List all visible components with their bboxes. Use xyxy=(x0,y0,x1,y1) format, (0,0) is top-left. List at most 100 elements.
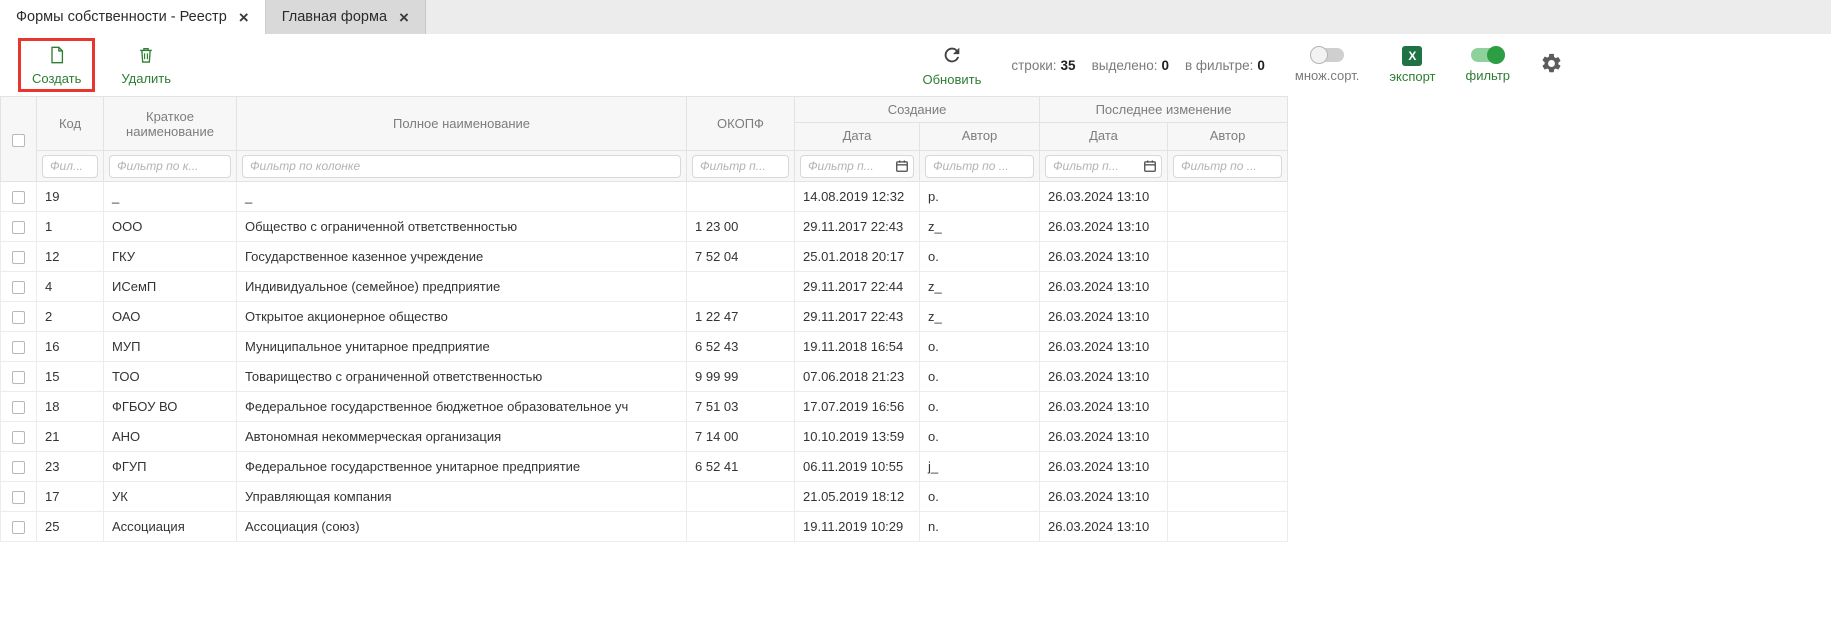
cell-code: 4 xyxy=(37,272,104,302)
cell-okopf: 7 52 04 xyxy=(687,242,795,272)
row-checkbox[interactable] xyxy=(12,341,25,354)
refresh-icon xyxy=(941,44,963,69)
select-all-header-cell xyxy=(1,97,37,182)
calendar-icon[interactable] xyxy=(1143,159,1157,173)
row-checkbox[interactable] xyxy=(12,461,25,474)
filter-cell-modified-author xyxy=(1168,151,1288,182)
row-checkbox[interactable] xyxy=(12,431,25,444)
table-row[interactable]: 21АНОАвтономная некоммерческая организац… xyxy=(1,422,1288,452)
column-header-okopf[interactable]: ОКОПФ xyxy=(687,97,795,151)
stat-in-filter-label: в фильтре: xyxy=(1185,58,1253,73)
table-row[interactable]: 1ООООбщество с ограниченной ответственно… xyxy=(1,212,1288,242)
column-header-modified-date[interactable]: Дата xyxy=(1040,123,1168,151)
cell-created-author: o. xyxy=(920,422,1040,452)
cell-full-name: Муниципальное унитарное предприятие xyxy=(237,332,687,362)
filter-input-modified-author[interactable] xyxy=(1173,155,1282,178)
filter-input-okopf[interactable] xyxy=(692,155,789,178)
column-header-modified-author[interactable]: Автор xyxy=(1168,123,1288,151)
table-row[interactable]: 19__14.08.2019 12:32p.26.03.2024 13:10 xyxy=(1,182,1288,212)
tab-close-icon[interactable]: × xyxy=(399,9,409,26)
column-header-created-author[interactable]: Автор xyxy=(920,123,1040,151)
row-checkbox[interactable] xyxy=(12,371,25,384)
column-header-short-name[interactable]: Краткое наименование xyxy=(104,97,237,151)
cell-code: 21 xyxy=(37,422,104,452)
cell-full-name: Автономная некоммерческая организация xyxy=(237,422,687,452)
cell-created-author: n. xyxy=(920,512,1040,542)
cell-full-name: Ассоциация (союз) xyxy=(237,512,687,542)
export-button[interactable]: X экспорт xyxy=(1389,46,1435,84)
cell-created-date: 10.10.2019 13:59 xyxy=(795,422,920,452)
table-row[interactable]: 18ФГБОУ ВОФедеральное государственное бю… xyxy=(1,392,1288,422)
cell-code: 12 xyxy=(37,242,104,272)
settings-button[interactable] xyxy=(1540,52,1563,78)
delete-button-label: Удалить xyxy=(121,71,171,86)
row-select-cell xyxy=(1,332,37,362)
delete-button[interactable]: Удалить xyxy=(121,45,171,86)
multisort-toggle-group[interactable]: множ.сорт. xyxy=(1295,48,1359,83)
row-checkbox[interactable] xyxy=(12,221,25,234)
filter-toggle-label: фильтр xyxy=(1466,68,1510,83)
table-row[interactable]: 23ФГУПФедеральное государственное унитар… xyxy=(1,452,1288,482)
column-header-full-name[interactable]: Полное наименование xyxy=(237,97,687,151)
column-header-created-date[interactable]: Дата xyxy=(795,123,920,151)
filter-input-full-name[interactable] xyxy=(242,155,681,178)
cell-full-name: Общество с ограниченной ответственностью xyxy=(237,212,687,242)
tab-close-icon[interactable]: × xyxy=(239,9,249,26)
table-row[interactable]: 25АссоциацияАссоциация (союз)19.11.2019 … xyxy=(1,512,1288,542)
row-checkbox[interactable] xyxy=(12,521,25,534)
column-header-code[interactable]: Код xyxy=(37,97,104,151)
filter-toggle-group[interactable]: фильтр xyxy=(1466,48,1510,83)
create-button[interactable]: Создать xyxy=(32,45,81,86)
filter-input-short-name[interactable] xyxy=(109,155,231,178)
row-checkbox[interactable] xyxy=(12,251,25,264)
table-row[interactable]: 12ГКУГосударственное казенное учреждение… xyxy=(1,242,1288,272)
cell-short-name: ООО xyxy=(104,212,237,242)
cell-created-author: o. xyxy=(920,242,1040,272)
table-row[interactable]: 4ИСемПИндивидуальное (семейное) предприя… xyxy=(1,272,1288,302)
cell-okopf: 1 22 47 xyxy=(687,302,795,332)
excel-icon: X xyxy=(1402,46,1422,66)
row-checkbox[interactable] xyxy=(12,191,25,204)
cell-modified-date: 26.03.2024 13:10 xyxy=(1040,512,1168,542)
tab-forms-of-ownership[interactable]: Формы собственности - Реестр × xyxy=(0,0,266,34)
multisort-toggle[interactable] xyxy=(1310,48,1344,62)
stat-rows-value: 35 xyxy=(1061,58,1076,73)
cell-created-date: 06.11.2019 10:55 xyxy=(795,452,920,482)
cell-modified-date: 26.03.2024 13:10 xyxy=(1040,212,1168,242)
cell-created-author: j_ xyxy=(920,452,1040,482)
group-header-last-modified: Последнее изменение xyxy=(1040,97,1288,123)
row-checkbox[interactable] xyxy=(12,491,25,504)
row-checkbox[interactable] xyxy=(12,401,25,414)
refresh-button[interactable]: Обновить xyxy=(923,44,982,87)
row-checkbox[interactable] xyxy=(12,281,25,294)
cell-okopf: 6 52 41 xyxy=(687,452,795,482)
toolbar-left: Создать Удалить xyxy=(18,38,171,92)
tab-main-form[interactable]: Главная форма × xyxy=(266,0,426,34)
table-row[interactable]: 16МУПМуниципальное унитарное предприятие… xyxy=(1,332,1288,362)
calendar-icon[interactable] xyxy=(895,159,909,173)
registry-table: Код Краткое наименование Полное наименов… xyxy=(0,96,1288,542)
filter-input-created-author[interactable] xyxy=(925,155,1034,178)
cell-modified-date: 26.03.2024 13:10 xyxy=(1040,392,1168,422)
grid-stats: строки:35 выделено:0 в фильтре:0 xyxy=(1011,58,1265,73)
stat-selected-value: 0 xyxy=(1161,58,1169,73)
cell-created-author: z_ xyxy=(920,272,1040,302)
multisort-label: множ.сорт. xyxy=(1295,68,1359,83)
cell-created-date: 19.11.2019 10:29 xyxy=(795,512,920,542)
row-checkbox[interactable] xyxy=(12,311,25,324)
filter-cell-code xyxy=(37,151,104,182)
trash-icon xyxy=(136,45,156,68)
table-row[interactable]: 17УКУправляющая компания21.05.2019 18:12… xyxy=(1,482,1288,512)
table-row[interactable]: 2ОАООткрытое акционерное общество1 22 47… xyxy=(1,302,1288,332)
cell-created-date: 29.11.2017 22:43 xyxy=(795,212,920,242)
filter-cell-created-date xyxy=(795,151,920,182)
cell-short-name: _ xyxy=(104,182,237,212)
select-all-checkbox[interactable] xyxy=(12,134,25,147)
row-select-cell xyxy=(1,302,37,332)
cell-modified-author xyxy=(1168,272,1288,302)
toggle-knob xyxy=(1310,46,1328,64)
filter-input-code[interactable] xyxy=(42,155,98,178)
filter-toggle[interactable] xyxy=(1471,48,1505,62)
row-select-cell xyxy=(1,482,37,512)
table-row[interactable]: 15ТООТоварищество с ограниченной ответст… xyxy=(1,362,1288,392)
